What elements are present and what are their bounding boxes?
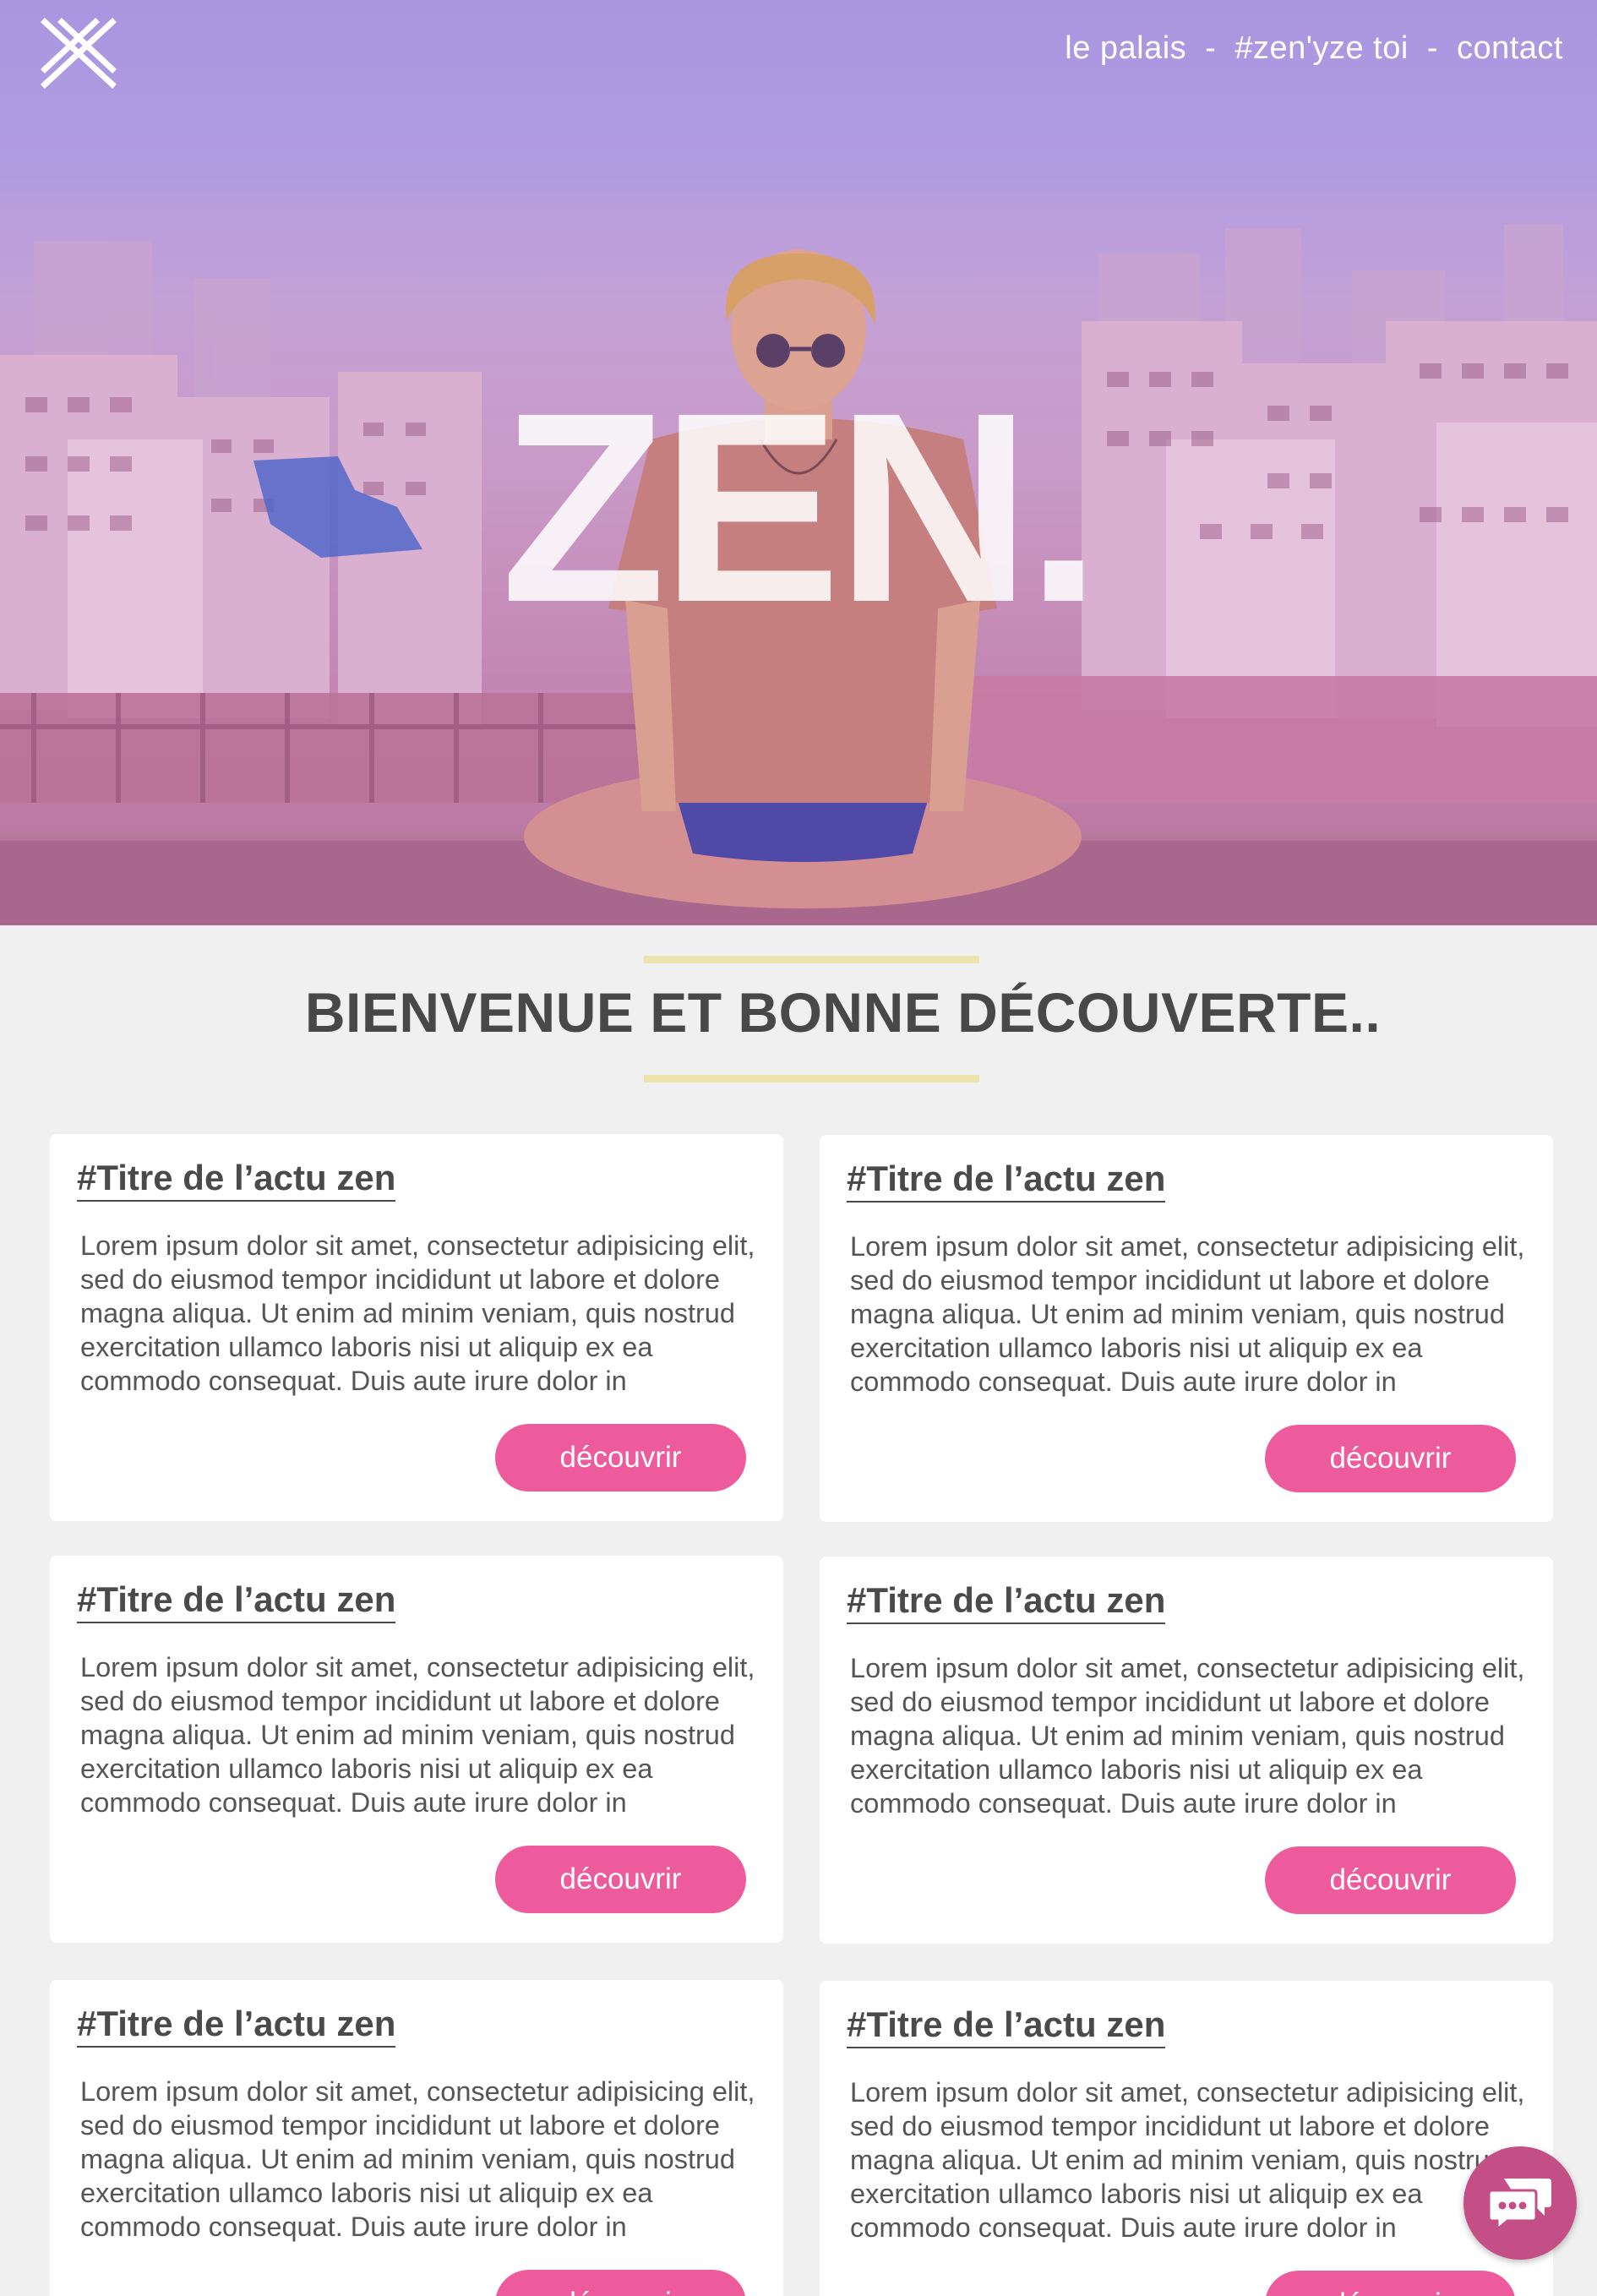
article-card: #Titre de l’actu zen Lorem ipsum dolor s… [50, 1556, 783, 1943]
article-card: #Titre de l’actu zen Lorem ipsum dolor s… [50, 1134, 783, 1521]
article-card: #Titre de l’actu zen Lorem ipsum dolor s… [820, 1557, 1553, 1944]
article-title-link[interactable]: #Titre de l’actu zen [77, 1158, 396, 1203]
hero-banner: le palais - #zen'yze toi - contact ZEN. [0, 0, 1597, 925]
nav-item-contact[interactable]: contact [1457, 30, 1563, 67]
chat-bubbles-icon [1489, 2179, 1551, 2231]
article-excerpt: Lorem ipsum dolor sit amet, consectetur … [80, 2076, 755, 2242]
decouvrir-button[interactable]: découvrir [1265, 1425, 1516, 1492]
article-excerpt: Lorem ipsum dolor sit amet, consectetur … [850, 1231, 1525, 1397]
article-title-link[interactable]: #Titre de l’actu zen [847, 2004, 1166, 2049]
nav-separator: - [1205, 30, 1217, 66]
decouvrir-button[interactable]: découvrir [495, 1846, 746, 1913]
article-card: #Titre de l’actu zen Lorem ipsum dolor s… [50, 1980, 783, 2296]
article-excerpt: Lorem ipsum dolor sit amet, consectetur … [850, 2077, 1525, 2243]
article-title-link[interactable]: #Titre de l’actu zen [77, 1579, 396, 1624]
article-excerpt: Lorem ipsum dolor sit amet, consectetur … [850, 1653, 1525, 1819]
article-card: #Titre de l’actu zen Lorem ipsum dolor s… [820, 1135, 1553, 1522]
article-title-link[interactable]: #Titre de l’actu zen [847, 1580, 1166, 1625]
decouvrir-button[interactable]: découvrir [1265, 2271, 1516, 2296]
welcome-heading: BIENVENUE ET BONNE DÉCOUVERTE.. [304, 981, 1382, 1044]
decouvrir-button[interactable]: découvrir [495, 1424, 746, 1492]
decouvrir-button[interactable]: découvrir [1265, 1846, 1516, 1914]
hero-title: ZEN. [500, 356, 1102, 658]
site-logo-icon[interactable] [38, 17, 119, 90]
article-title-link[interactable]: #Titre de l’actu zen [77, 2004, 396, 2048]
main-navigation: le palais - #zen'yze toi - contact [1065, 30, 1563, 67]
nav-item-le-palais[interactable]: le palais [1065, 30, 1186, 67]
decouvrir-button[interactable]: découvrir [495, 2270, 746, 2296]
article-card: #Titre de l’actu zen Lorem ipsum dolor s… [820, 1981, 1553, 2296]
article-title-link[interactable]: #Titre de l’actu zen [847, 1159, 1166, 1203]
chat-button[interactable] [1463, 2146, 1577, 2260]
nav-item-zenyze-toi[interactable]: #zen'yze toi [1235, 30, 1408, 67]
article-excerpt: Lorem ipsum dolor sit amet, consectetur … [80, 1230, 755, 1396]
welcome-bottom-rule [644, 1075, 979, 1083]
article-excerpt: Lorem ipsum dolor sit amet, consectetur … [80, 1652, 755, 1818]
nav-separator: - [1426, 30, 1438, 66]
welcome-top-rule [644, 956, 979, 963]
